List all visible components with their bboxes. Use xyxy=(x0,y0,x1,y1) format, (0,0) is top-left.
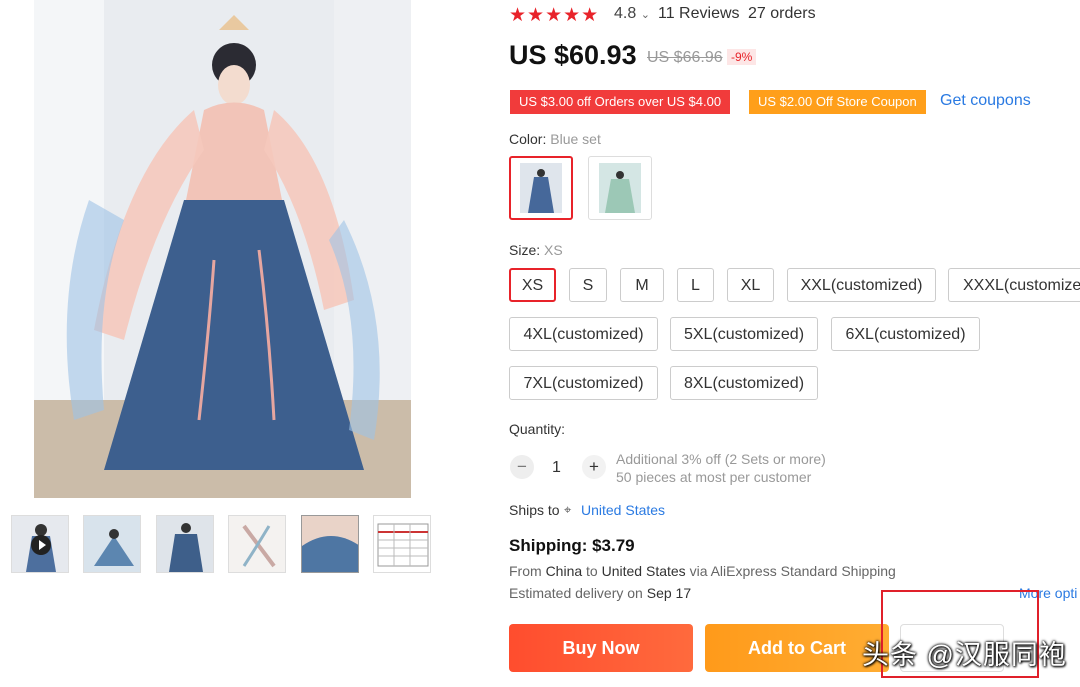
location-pin-icon: ⌖ xyxy=(564,502,572,517)
thumbnail-size-chart[interactable] xyxy=(373,515,431,573)
ships-to-country-link[interactable]: United States xyxy=(581,502,665,518)
reviews-link[interactable]: 11 Reviews xyxy=(658,5,740,23)
thumbnail-5[interactable] xyxy=(301,515,359,573)
size-label: Size: XS xyxy=(509,242,563,258)
estimated-delivery: Estimated delivery on Sep 17 xyxy=(509,585,692,601)
size-option-s[interactable]: S xyxy=(569,268,607,302)
size-option-l[interactable]: L xyxy=(677,268,714,302)
size-option-4xl[interactable]: 4XL(customized) xyxy=(509,317,658,351)
thumbnail-2[interactable] xyxy=(83,515,141,573)
rating-stars-icon: ★★★★★ xyxy=(509,5,600,26)
get-coupons-link[interactable]: Get coupons xyxy=(940,92,1031,110)
size-option-8xl[interactable]: 8XL(customized) xyxy=(670,366,818,400)
color-option-green-set[interactable] xyxy=(588,156,652,220)
shipping-cost: Shipping: $3.79 xyxy=(509,536,635,555)
size-option-7xl[interactable]: 7XL(customized) xyxy=(509,366,658,400)
buy-now-button[interactable]: Buy Now xyxy=(509,624,693,672)
chevron-down-icon: ⌄ xyxy=(640,9,650,21)
orders-coupon[interactable]: US $3.00 off Orders over US $4.00 xyxy=(510,90,731,114)
orders-count: 27 orders xyxy=(748,5,816,22)
size-option-m[interactable]: M xyxy=(620,268,664,302)
quantity-discount-note: Additional 3% off (2 Sets or more) xyxy=(616,451,826,467)
thumbnail-4[interactable] xyxy=(228,515,286,573)
color-option-blue-set[interactable] xyxy=(509,156,573,220)
quantity-input[interactable]: 1 xyxy=(552,459,561,477)
color-selected-value: Blue set xyxy=(550,131,601,147)
color-label: Color: Blue set xyxy=(509,131,601,147)
size-option-xs[interactable]: XS xyxy=(509,268,556,302)
watermark-text: 头条 @汉服同袍 xyxy=(862,640,1067,670)
quantity-limit-note: 50 pieces at most per customer xyxy=(616,469,812,485)
store-coupon[interactable]: US $2.00 Off Store Coupon xyxy=(749,90,926,114)
size-option-xxl[interactable]: XXL(customized) xyxy=(787,268,936,302)
quantity-decrease-button[interactable]: − xyxy=(510,455,534,479)
current-price: US $60.93 xyxy=(509,40,637,70)
discount-badge: -9% xyxy=(727,49,757,65)
shipping-route: From China to United States via AliExpre… xyxy=(509,563,896,579)
main-product-image[interactable] xyxy=(34,0,411,498)
size-selected-value: XS xyxy=(544,242,563,258)
thumbnail-video[interactable] xyxy=(11,515,69,573)
size-option-xl[interactable]: XL xyxy=(727,268,774,302)
size-option-5xl[interactable]: 5XL(customized) xyxy=(670,317,818,351)
size-option-6xl[interactable]: 6XL(customized) xyxy=(831,317,980,351)
thumbnail-3[interactable] xyxy=(156,515,214,573)
rating-value[interactable]: 4.8 ⌄ xyxy=(614,5,650,23)
quantity-label: Quantity: xyxy=(509,421,566,437)
quantity-increase-button[interactable]: + xyxy=(582,455,606,479)
original-price: US $66.96 xyxy=(647,49,723,66)
size-option-xxxl[interactable]: XXXL(customized) xyxy=(948,268,1080,302)
play-icon xyxy=(31,535,51,555)
ships-to-label: Ships to xyxy=(509,502,560,518)
